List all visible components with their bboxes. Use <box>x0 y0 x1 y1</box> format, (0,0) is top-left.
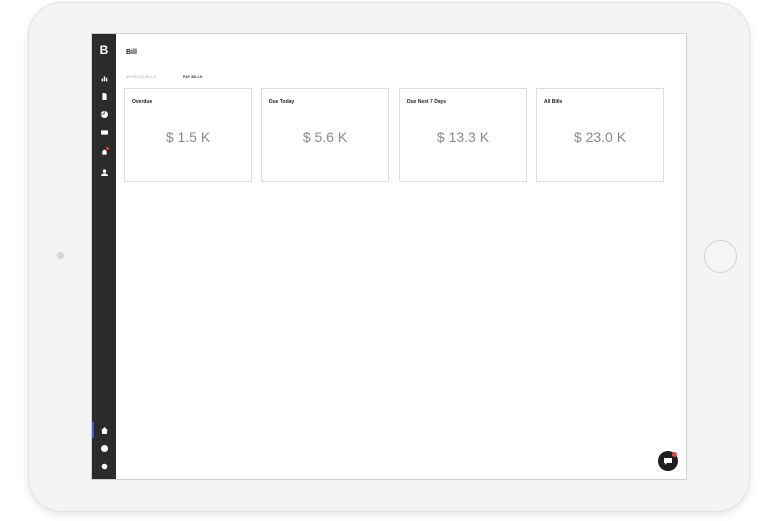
card-value: $ 23.0 K <box>573 129 627 145</box>
chat-button[interactable] <box>658 451 678 471</box>
tab-approve-bills[interactable]: Approve Bills <box>126 75 156 79</box>
home-hardware-button[interactable] <box>704 240 737 273</box>
card-all-bills[interactable]: All Bills $ 23.0 K <box>536 88 664 182</box>
camera-icon <box>57 252 64 259</box>
pie-chart-icon[interactable] <box>99 109 109 119</box>
app-screen: B Bill Approve Bills P <box>91 33 687 480</box>
card-value: $ 1.5 K <box>165 129 211 145</box>
card-title: Overdue <box>132 99 153 105</box>
help-icon[interactable] <box>99 443 109 453</box>
bell-icon[interactable] <box>99 147 109 157</box>
card-title: All Bills <box>544 99 563 105</box>
card-overdue[interactable]: Overdue $ 1.5 K <box>124 88 252 182</box>
card-value: $ 13.3 K <box>436 129 490 145</box>
home-icon[interactable] <box>99 425 109 435</box>
card-value: $ 5.6 K <box>302 129 348 145</box>
bar-chart-icon[interactable] <box>99 73 109 83</box>
document-icon[interactable] <box>99 91 109 101</box>
chat-badge <box>672 452 677 457</box>
app-logo[interactable]: B <box>92 43 116 57</box>
tab-pay-bills[interactable]: Pay Bills <box>183 75 202 79</box>
sidebar: B <box>92 34 116 479</box>
card-due-next-7-days[interactable]: Due Next 7 Days $ 13.3 K <box>399 88 527 182</box>
settings-icon[interactable] <box>99 461 109 471</box>
user-icon[interactable] <box>99 167 109 177</box>
page-title: Bill <box>126 49 137 56</box>
card-title: Due Next 7 Days <box>407 99 447 105</box>
active-indicator <box>92 422 94 438</box>
card-title: Due Today <box>269 99 295 105</box>
chat-icon <box>664 457 672 465</box>
credit-card-icon[interactable] <box>99 127 109 137</box>
notification-dot <box>106 147 109 150</box>
card-due-today[interactable]: Due Today $ 5.6 K <box>261 88 389 182</box>
